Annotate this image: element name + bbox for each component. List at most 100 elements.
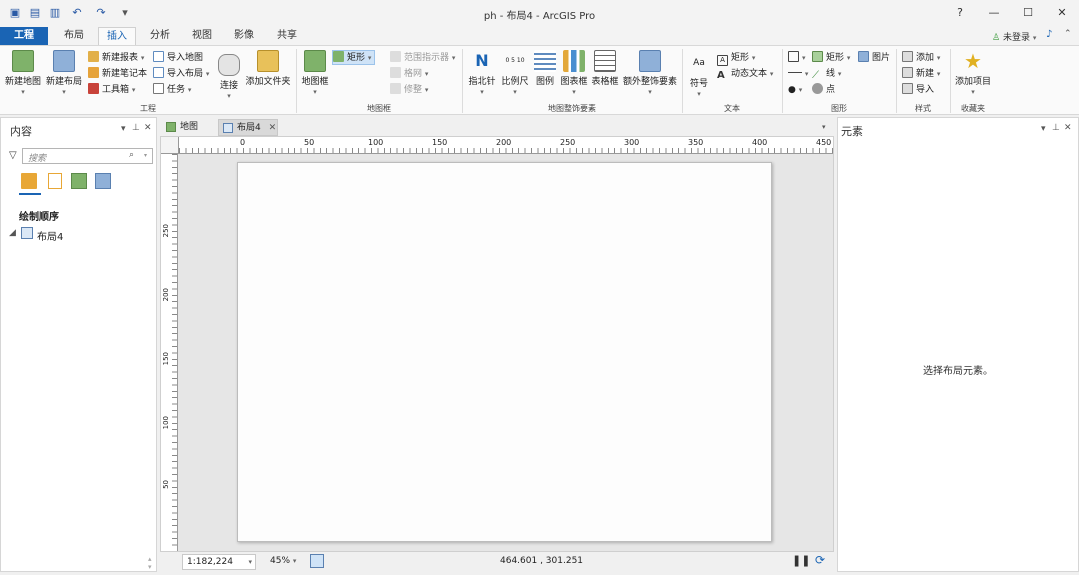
line-style-picker[interactable]: ▾ (788, 67, 808, 82)
notification-icon[interactable]: ♪ (1046, 29, 1052, 40)
close-tab-icon[interactable]: ✕ (269, 123, 277, 133)
grid-button[interactable]: 格网 ▾ (390, 67, 428, 82)
pin-icon[interactable]: ⊥ (1052, 123, 1060, 133)
new-report-button[interactable]: 新建报表 ▾ (88, 51, 144, 66)
search-input[interactable]: 搜索 ⌕ ▾ (22, 148, 153, 164)
zoom-select[interactable]: 45% ▾ (270, 556, 296, 566)
list-by-editing-icon[interactable] (95, 173, 111, 189)
view-tab-layout[interactable]: 布局4 ✕ (218, 119, 278, 136)
add-folder-button[interactable]: 添加文件夹 (244, 50, 292, 87)
tab-view[interactable]: 视图 (184, 27, 220, 45)
refresh-icon[interactable]: ⟳ (815, 553, 825, 567)
picture-button[interactable]: 图片 (858, 51, 890, 66)
ribbon: 新建地图 ▾ 新建布局 ▾ 新建报表 ▾ 新建笔记本 工具箱 ▾ 导入地图 导入布局… (0, 45, 1079, 115)
sign-in-status[interactable]: ♙ 未登录 ▾ (992, 30, 1036, 43)
import-map-button[interactable]: 导入地图 (153, 51, 203, 66)
new-style-icon (902, 67, 913, 78)
expand-icon[interactable]: ◢ (9, 228, 16, 238)
chart-frame-button[interactable]: 图表框 ▾ (559, 50, 589, 97)
ribbon-tabs: 工程 布局 插入 分析 视图 影像 共享 ♙ 未登录 ▾ ♪ ⌃ (0, 27, 1079, 45)
new-layout-button[interactable]: 新建布局 ▾ (44, 50, 84, 97)
connect-button[interactable]: 连接 ▾ (215, 54, 243, 101)
tab-share[interactable]: 共享 (268, 27, 306, 45)
text-box-icon: A (717, 55, 728, 66)
graphic-shape-picker[interactable]: ▾ (788, 51, 806, 66)
fixed-zoom-icon[interactable] (310, 554, 324, 568)
task-button[interactable]: 任务 ▾ (153, 83, 191, 98)
minimize-button[interactable]: — (984, 5, 1004, 21)
point-style-icon: ● (788, 85, 796, 95)
rectangle-frame-button[interactable]: 矩形 ▾ (332, 50, 376, 65)
legend-icon (534, 50, 556, 72)
tab-list-icon[interactable]: ▾ (822, 123, 826, 131)
layout-view[interactable]: 0 50 100 150 200 250 300 350 400 450 250… (160, 136, 834, 552)
scale-bar-icon: 0 5 10 (505, 57, 525, 64)
graphic-rectangle-button[interactable]: 矩形 ▾ (812, 51, 850, 66)
tab-layout[interactable]: 布局 (56, 27, 92, 45)
table-frame-button[interactable]: 表格框 (591, 50, 619, 87)
pane-menu-icon[interactable]: ▾ (1041, 124, 1046, 134)
new-style-button[interactable]: 新建 ▾ (902, 67, 940, 82)
extra-surround-icon (639, 50, 661, 72)
pin-icon[interactable]: ⊥ (132, 123, 140, 133)
point-style-picker[interactable]: ● ▾ (788, 83, 802, 98)
add-style-icon (902, 51, 913, 62)
import-style-icon (902, 83, 913, 94)
toolbox-button[interactable]: 工具箱 ▾ (88, 83, 135, 98)
scale-select[interactable]: 1:182,224 ▾ (182, 554, 256, 570)
tab-insert[interactable]: 插入 (98, 27, 136, 45)
scroll-arrows[interactable]: ▴ ▾ (148, 555, 152, 571)
tab-project[interactable]: 工程 (0, 27, 48, 45)
scale-bar-button[interactable]: 0 5 10 比例尺 ▾ (499, 50, 531, 97)
layout-page[interactable] (237, 162, 772, 542)
horizontal-ruler: 0 50 100 150 200 250 300 350 400 450 (179, 137, 833, 154)
add-item-button[interactable]: ★ 添加项目 ▾ (952, 50, 994, 97)
symbol-button[interactable]: Aa 符号 ▾ (686, 52, 712, 99)
close-button[interactable]: ✕ (1052, 5, 1072, 21)
add-style-button[interactable]: 添加 ▾ (902, 51, 940, 66)
text-rectangle-button[interactable]: A 矩形 ▾ (717, 51, 755, 66)
search-options-icon[interactable]: ▾ (144, 152, 147, 159)
point-icon (812, 83, 823, 94)
help-button[interactable]: ? (950, 5, 970, 21)
dynamic-text-icon: A (717, 70, 725, 81)
import-style-button[interactable]: 导入 (902, 83, 934, 98)
pane-menu-icon[interactable]: ▾ (121, 124, 126, 134)
search-icon[interactable]: ⌕ (129, 150, 134, 160)
close-pane-icon[interactable]: ✕ (144, 123, 152, 133)
extra-surrounds-button[interactable]: 额外整饰要素 ▾ (621, 50, 679, 97)
maximize-button[interactable]: ☐ (1018, 5, 1038, 21)
close-pane-icon[interactable]: ✕ (1064, 123, 1072, 133)
square-icon (788, 51, 799, 62)
contents-item-layout[interactable]: 布局4 (37, 228, 63, 243)
view-tab-map[interactable]: 地图 (162, 119, 214, 136)
tab-imagery[interactable]: 影像 (226, 27, 262, 45)
ruler-h-label: 100 (368, 138, 384, 147)
list-by-selection-icon[interactable] (71, 173, 87, 189)
pause-drawing-icon[interactable]: ❚❚ (792, 554, 810, 567)
import-layout-icon (153, 67, 164, 78)
group-label-text: 文本 (724, 104, 740, 113)
ruler-v-label: 150 (162, 352, 170, 366)
list-by-source-icon[interactable] (48, 173, 62, 189)
ruler-v-label: 250 (162, 224, 170, 238)
reshape-button[interactable]: 修整 ▾ (390, 83, 428, 98)
extent-indicator-button[interactable]: 范围指示器 ▾ (390, 51, 455, 66)
graphic-point-button[interactable]: 点 (812, 83, 835, 98)
map-frame-button[interactable]: 地图框 ▾ (300, 50, 330, 97)
tab-analysis[interactable]: 分析 (142, 27, 178, 45)
new-map-button[interactable]: 新建地图 ▾ (4, 50, 42, 97)
database-icon (218, 54, 240, 76)
grid-icon (390, 67, 401, 78)
filter-icon[interactable]: ▽ (9, 150, 17, 161)
drawing-order-icon[interactable] (21, 173, 37, 189)
polyline-icon: ⟋ (812, 70, 819, 81)
import-layout-button[interactable]: 导入布局 ▾ (153, 67, 209, 82)
legend-button[interactable]: 图例 (533, 50, 557, 87)
user-icon: ♙ (992, 33, 1001, 43)
dynamic-text-button[interactable]: A 动态文本 ▾ (717, 67, 773, 82)
north-arrow-button[interactable]: N 指北针 ▾ (466, 50, 498, 97)
graphic-line-button[interactable]: ⟋ 线 ▾ (812, 67, 841, 82)
collapse-ribbon-icon[interactable]: ⌃ (1064, 29, 1072, 39)
new-notebook-button[interactable]: 新建笔记本 (88, 67, 147, 82)
